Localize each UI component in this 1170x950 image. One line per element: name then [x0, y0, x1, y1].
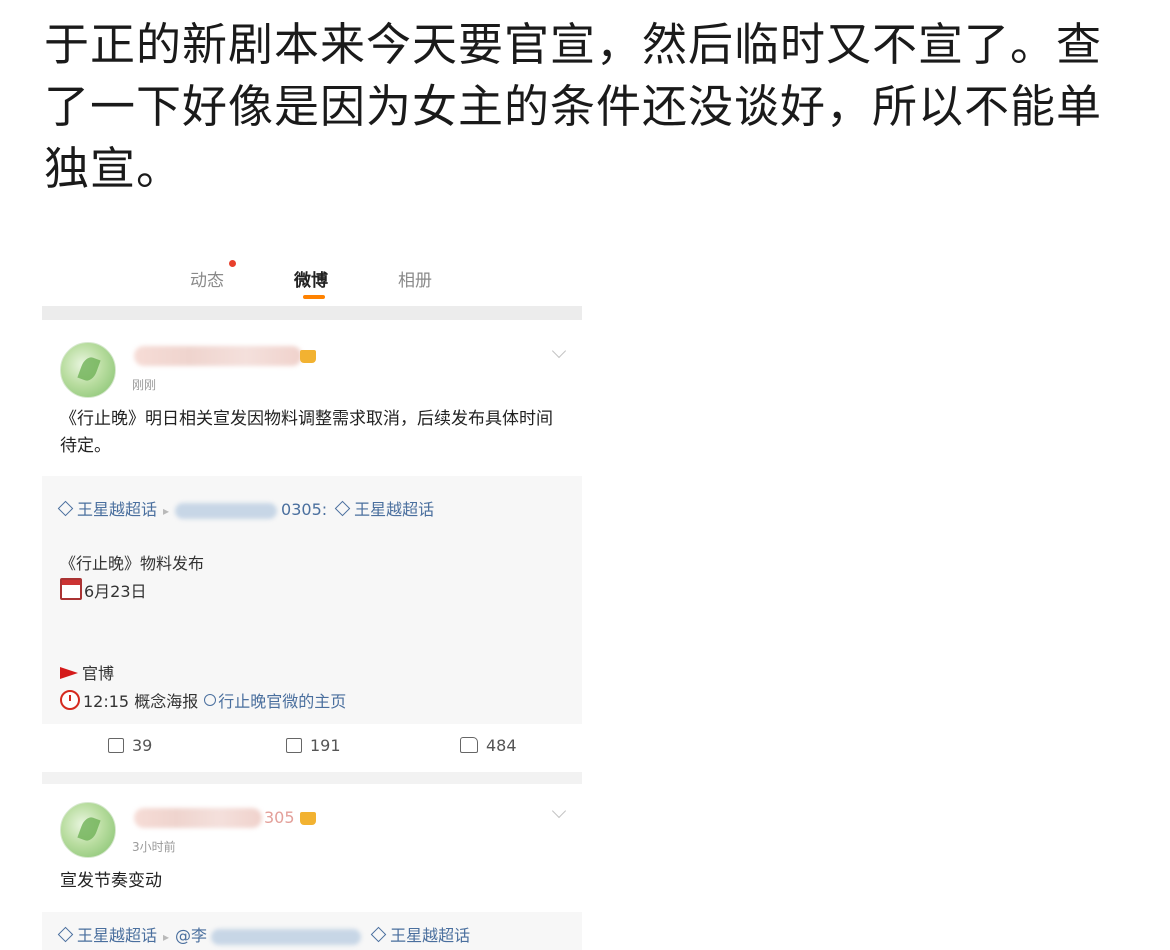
repost-header: 王星越超话 ▸ 0305: 王星越超话	[57, 496, 434, 520]
repost-block[interactable]: 王星越超话 ▸ @李 王星越超话	[42, 912, 582, 950]
post-card[interactable]: 305 3小时前 宣发节奏变动 王星越超话 ▸ @李 王星越超话	[42, 784, 582, 950]
username-tail: 305	[264, 808, 295, 827]
post-text: 宣发节奏变动	[60, 871, 162, 891]
topic-link[interactable]: 王星越超话	[77, 926, 157, 945]
homepage-link[interactable]: 行止晚官微的主页	[218, 692, 346, 711]
mention-head[interactable]: @李	[175, 926, 207, 945]
topic-link[interactable]: 王星越超话	[77, 500, 157, 519]
arrow-icon: ▸	[163, 930, 170, 944]
repost-button[interactable]: 39	[108, 736, 152, 755]
repost-block[interactable]: 王星越超话 ▸ 0305: 王星越超话 《行止晚》物料发布 6月23日 官博 12:1…	[42, 476, 582, 724]
repost-title: 《行止晚》物料发布	[60, 554, 205, 573]
avatar[interactable]	[60, 802, 116, 858]
tab-dynamic[interactable]: 动态	[190, 266, 224, 291]
crown-icon	[300, 350, 316, 363]
active-tab-indicator	[303, 295, 325, 299]
repost-header: 王星越超话 ▸ @李 王星越超话	[57, 922, 470, 946]
comment-icon	[286, 738, 302, 753]
blurred-username	[134, 346, 302, 366]
flag-icon	[60, 667, 78, 679]
avatar[interactable]	[60, 342, 116, 398]
diamond-icon	[370, 926, 387, 943]
like-count: 484	[486, 736, 517, 755]
date-line: 6月23日	[60, 578, 147, 602]
like-button[interactable]: 484	[460, 736, 517, 755]
weibo-screenshot: 动态 微博 相册 刚刚 《行止晚》明日相关宣发因物料调整需求取消，后续发布具体时…	[42, 248, 582, 950]
post-card[interactable]: 刚刚 《行止晚》明日相关宣发因物料调整需求取消，后续发布具体时间待定。 王星越超…	[42, 320, 582, 772]
clock-icon	[60, 690, 80, 710]
user-icon	[204, 694, 217, 706]
notification-dot	[229, 260, 236, 267]
blurred-mention	[211, 928, 362, 945]
repost-count: 39	[132, 736, 153, 755]
diamond-icon	[57, 500, 74, 517]
post-text: 《行止晚》明日相关宣发因物料调整需求取消，后续发布具体时间待定。	[60, 409, 553, 456]
crown-icon	[300, 812, 316, 825]
diamond-icon	[57, 926, 74, 943]
calendar-icon	[60, 578, 82, 600]
poster-line: 12:15 概念海报 行止晚官微的主页	[60, 688, 346, 712]
tab-weibo[interactable]: 微博	[294, 266, 328, 291]
comment-button[interactable]: 191	[286, 736, 341, 755]
mention-tail[interactable]: 0305:	[281, 500, 327, 519]
arrow-icon: ▸	[163, 504, 170, 518]
topic-link-2[interactable]: 王星越超话	[390, 926, 470, 945]
repost-icon	[108, 738, 124, 753]
poster-text: 12:15 概念海报	[83, 692, 199, 711]
post-time: 3小时前	[132, 840, 176, 854]
tab-album[interactable]: 相册	[398, 266, 432, 291]
source-line: 官博	[60, 660, 114, 684]
chevron-down-icon[interactable]	[551, 343, 567, 359]
action-bar: 39 191 484	[42, 724, 582, 772]
like-icon	[460, 737, 478, 753]
topic-link-2[interactable]: 王星越超话	[354, 500, 434, 519]
post-time: 刚刚	[132, 378, 157, 392]
date-text: 6月23日	[84, 582, 147, 601]
divider	[42, 306, 582, 320]
diamond-icon	[334, 500, 351, 517]
profile-tabs: 动态 微博 相册	[42, 248, 582, 306]
comment-count: 191	[310, 736, 341, 755]
blurred-username	[134, 808, 262, 828]
source-text: 官博	[82, 664, 115, 683]
blurred-mention	[175, 502, 278, 519]
chevron-down-icon[interactable]	[551, 803, 567, 819]
headline-text: 于正的新剧本来今天要官宣，然后临时又不宣了。查了一下好像是因为女主的条件还没谈好…	[44, 18, 1103, 195]
